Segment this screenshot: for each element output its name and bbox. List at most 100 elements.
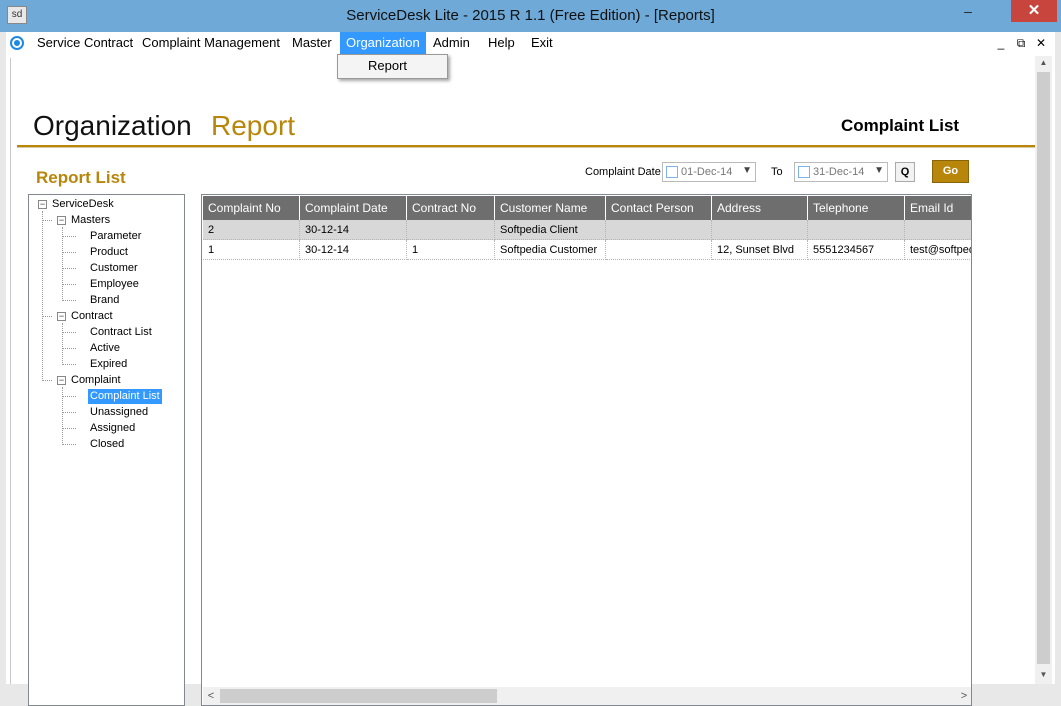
minimize-button[interactable]: – (946, 0, 990, 26)
tree-line (62, 444, 76, 445)
organization-dropdown: Report (337, 54, 448, 79)
vertical-scrollbar[interactable]: ▲ ▼ (1035, 56, 1052, 684)
title-divider (17, 145, 1037, 148)
collapse-icon[interactable]: − (38, 200, 47, 209)
column-header[interactable]: Contract No (407, 196, 495, 220)
table-cell: test@softpedia.com (905, 240, 971, 260)
mdi-minimize-button[interactable]: _ (993, 34, 1009, 52)
table-row[interactable]: 2 30-12-14 Softpedia Client (203, 220, 971, 240)
tree-item-brand[interactable]: Brand (90, 293, 119, 308)
tree-line (62, 412, 76, 413)
tree-line (42, 380, 52, 381)
collapse-icon[interactable]: − (57, 312, 66, 321)
column-header[interactable]: Complaint Date (300, 196, 407, 220)
tree-line (62, 236, 76, 237)
to-date-picker[interactable]: 31-Dec-14 ▼ (794, 162, 888, 182)
complaint-date-label: Complaint Date (585, 166, 661, 178)
tree-item-complaint-list[interactable]: Complaint List (88, 389, 162, 404)
tree-line (62, 252, 76, 253)
scroll-up-icon[interactable]: ▲ (1035, 56, 1052, 70)
report-window: Organization Report Complaint List Repor… (10, 58, 1037, 706)
table-cell: Softpedia Customer (495, 240, 606, 260)
menu-help[interactable]: Help (482, 32, 521, 54)
tree-item-closed[interactable]: Closed (90, 437, 124, 452)
tree-line (42, 220, 52, 221)
scroll-down-icon[interactable]: ▼ (1035, 668, 1052, 682)
column-header[interactable]: Address (712, 196, 808, 220)
column-header[interactable]: Complaint No (203, 196, 300, 220)
column-header[interactable]: Email Id (905, 196, 971, 220)
table-cell (808, 220, 905, 240)
table-cell: 30-12-14 (300, 220, 407, 240)
page-subtitle: Complaint List (841, 116, 960, 135)
menu-master[interactable]: Master (286, 32, 338, 54)
to-label: To (771, 166, 783, 178)
from-date-value: 01-Dec-14 (681, 166, 733, 178)
tree-group-complaint[interactable]: Complaint (71, 373, 121, 388)
tree-item-unassigned[interactable]: Unassigned (90, 405, 148, 420)
complaint-grid[interactable]: Complaint No Complaint Date Contract No … (201, 194, 972, 706)
menu-service-contract[interactable]: Service Contract (31, 32, 139, 54)
collapse-icon[interactable]: − (57, 216, 66, 225)
tree-root[interactable]: ServiceDesk (52, 197, 114, 212)
tree-item-contract-list[interactable]: Contract List (90, 325, 152, 340)
chevron-down-icon[interactable]: ▼ (874, 165, 884, 176)
table-cell: Softpedia Client (495, 220, 606, 240)
scrollbar-thumb[interactable] (1037, 72, 1050, 664)
logo-icon[interactable] (10, 36, 24, 50)
table-cell (712, 220, 808, 240)
tree-item-parameter[interactable]: Parameter (90, 229, 141, 244)
tree-group-masters[interactable]: Masters (71, 213, 110, 228)
tree-item-expired[interactable]: Expired (90, 357, 127, 372)
table-cell (905, 220, 971, 240)
tree-line (62, 284, 76, 285)
table-cell: 1 (407, 240, 495, 260)
page-title: Organization (33, 110, 192, 141)
tree-group-contract[interactable]: Contract (71, 309, 113, 324)
menu-item-report[interactable]: Report (368, 58, 407, 73)
tree-item-product[interactable]: Product (90, 245, 128, 260)
menu-exit[interactable]: Exit (525, 32, 559, 54)
tree-line (62, 396, 76, 397)
collapse-icon[interactable]: − (57, 376, 66, 385)
table-row[interactable]: 1 30-12-14 1 Softpedia Customer 12, Suns… (203, 240, 971, 260)
tree-item-employee[interactable]: Employee (90, 277, 139, 292)
report-tree[interactable]: − ServiceDesk − Masters Parameter Produc… (28, 194, 185, 706)
query-button[interactable]: Q (895, 162, 915, 182)
window-title: ServiceDesk Lite - 2015 R 1.1 (Free Edit… (346, 7, 715, 24)
menu-organization[interactable]: Organization (340, 32, 426, 54)
tree-item-customer[interactable]: Customer (90, 261, 138, 276)
menu-admin[interactable]: Admin (427, 32, 476, 54)
table-cell: 12, Sunset Blvd (712, 240, 808, 260)
tree-line (62, 364, 76, 365)
tree-line (62, 428, 76, 429)
page-title-accent: Report (211, 110, 296, 141)
table-cell (407, 220, 495, 240)
table-cell (606, 240, 712, 260)
from-date-checkbox[interactable] (666, 166, 678, 178)
scrollbar-thumb[interactable] (220, 689, 497, 703)
to-date-checkbox[interactable] (798, 166, 810, 178)
table-cell: 5551234567 (808, 240, 905, 260)
from-date-picker[interactable]: 01-Dec-14 ▼ (662, 162, 756, 182)
go-button[interactable]: Go (932, 160, 969, 183)
to-date-value: 31-Dec-14 (813, 166, 865, 178)
tree-item-assigned[interactable]: Assigned (90, 421, 135, 436)
tree-line (62, 332, 76, 333)
tree-line (62, 348, 76, 349)
title-bar: sd ServiceDesk Lite - 2015 R 1.1 (Free E… (0, 0, 1061, 32)
column-header[interactable]: Telephone (808, 196, 905, 220)
tree-item-active[interactable]: Active (90, 341, 120, 356)
menu-complaint-management[interactable]: Complaint Management (136, 32, 286, 54)
table-cell: 2 (203, 220, 300, 240)
column-header[interactable]: Contact Person (606, 196, 712, 220)
chevron-down-icon[interactable]: ▼ (742, 165, 752, 176)
tree-line (62, 300, 76, 301)
client-area: Service Contract Complaint Management Ma… (6, 32, 1055, 706)
column-header[interactable]: Customer Name (495, 196, 606, 220)
close-button[interactable]: ✕ (1011, 0, 1057, 22)
menu-bar: Service Contract Complaint Management Ma… (6, 32, 1055, 54)
mdi-close-button[interactable]: ✕ (1033, 34, 1049, 52)
mdi-restore-button[interactable]: ⧉ (1013, 34, 1029, 52)
tree-line (62, 227, 63, 301)
